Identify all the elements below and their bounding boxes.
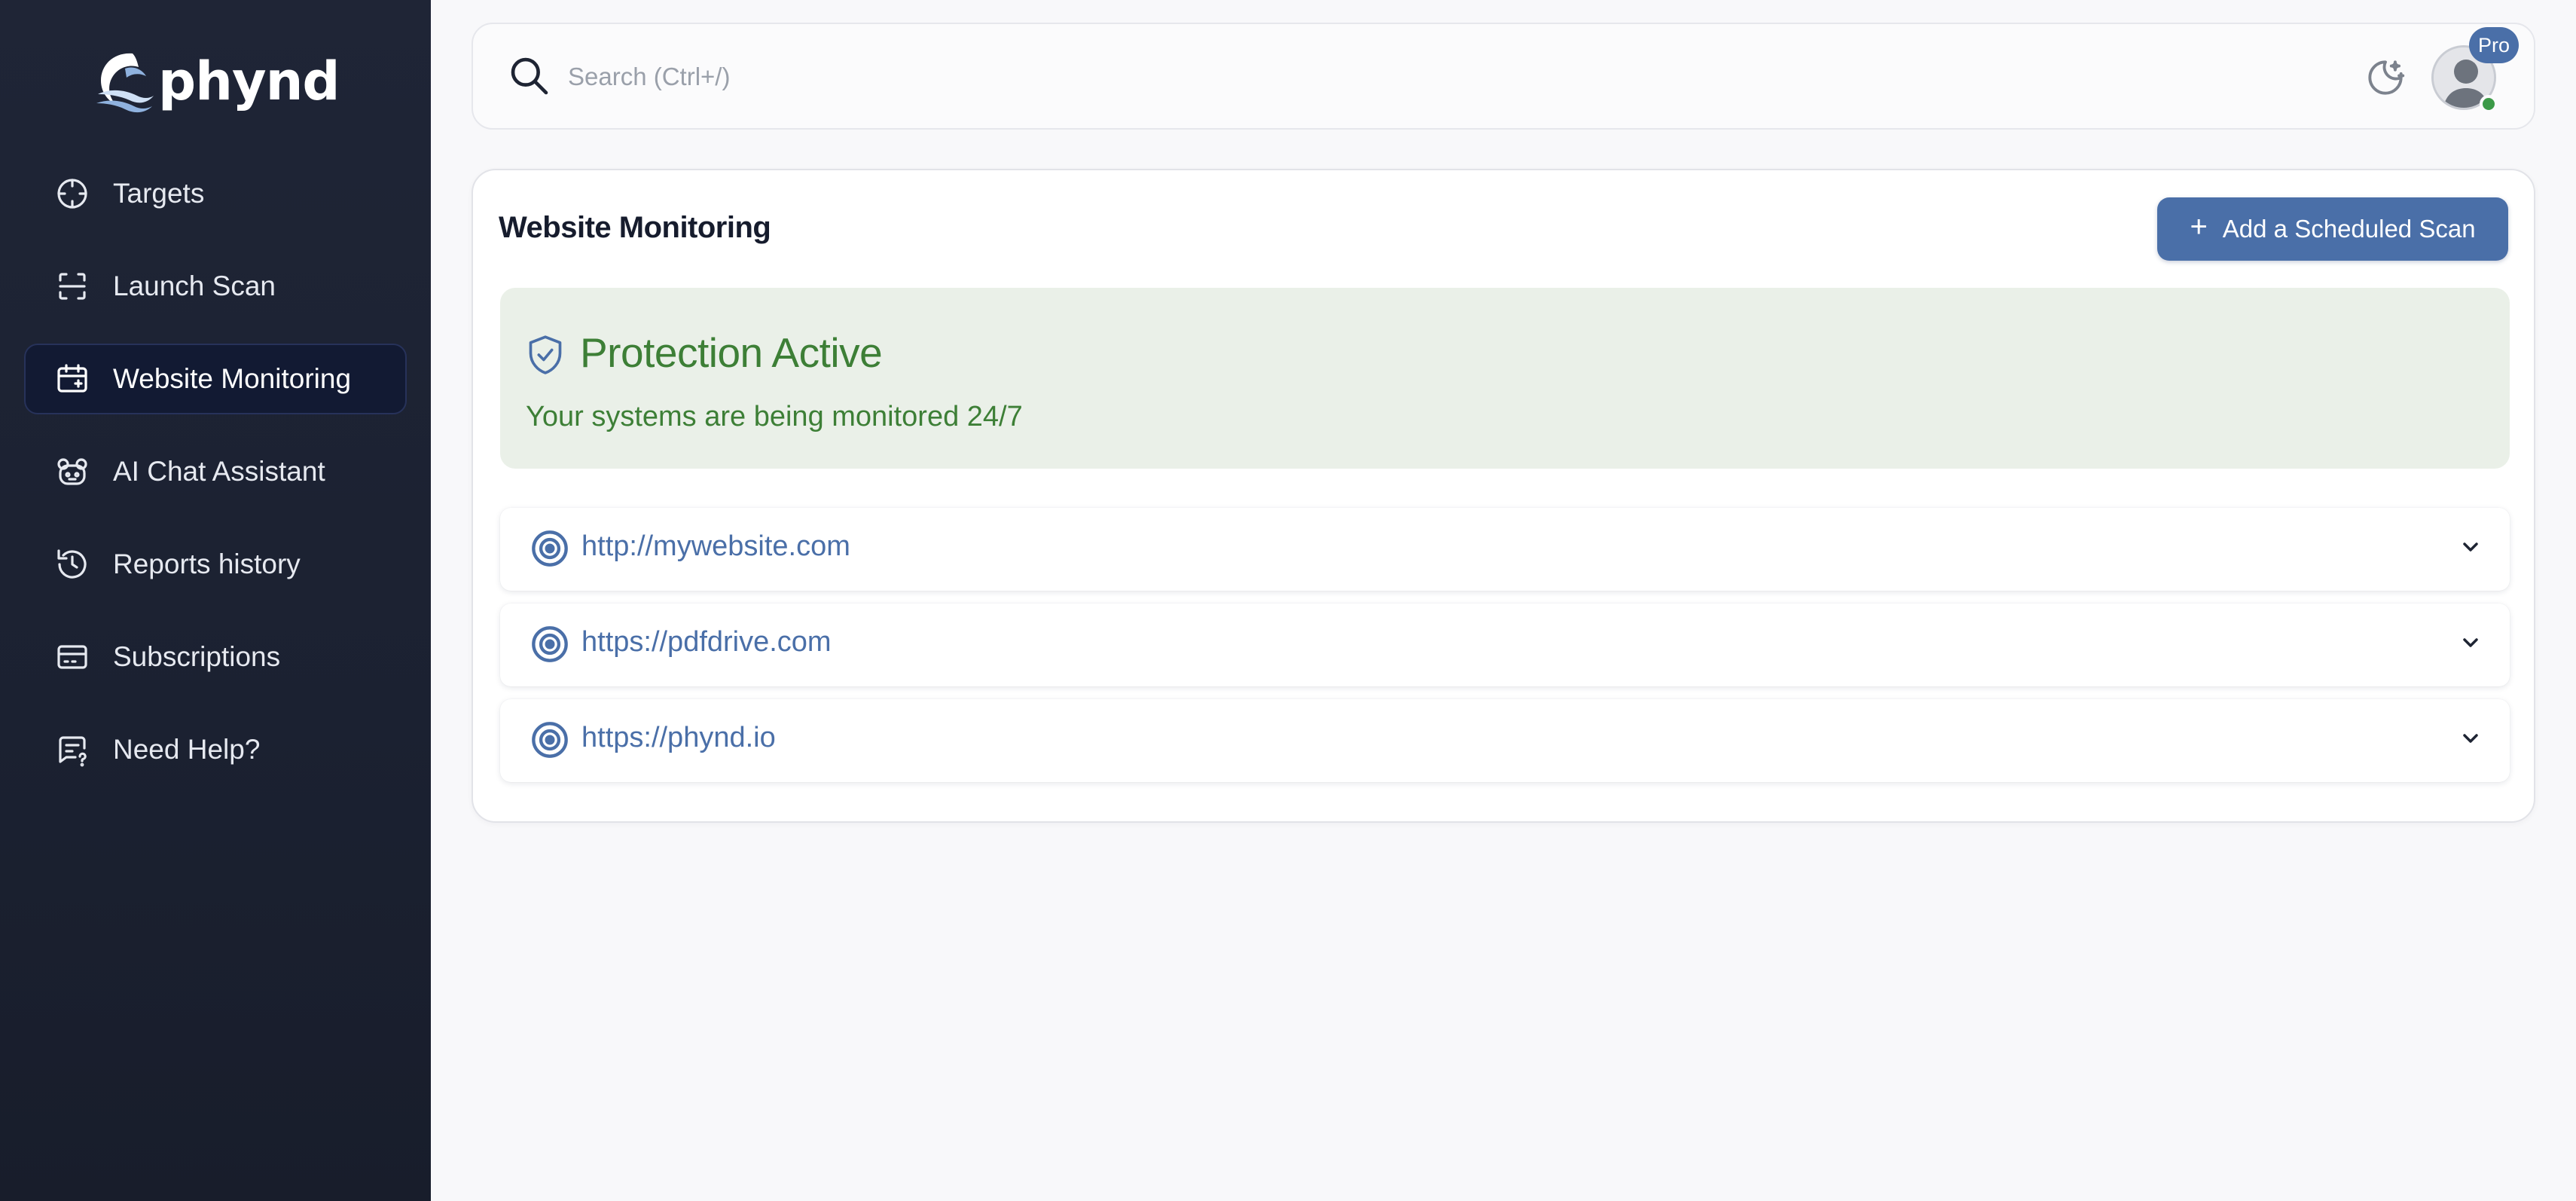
list-item[interactable]: http://mywebsite.com <box>500 508 2510 591</box>
sidebar-item-ai-chat-assistant[interactable]: AI Chat Assistant <box>24 436 407 507</box>
list-item[interactable]: https://phynd.io <box>500 699 2510 782</box>
sidebar-nav: Targets Launch Scan Website Monitoring A… <box>24 158 407 807</box>
protection-status-banner: Protection Active Your systems are being… <box>500 288 2510 469</box>
sidebar-item-label: Subscriptions <box>113 641 281 672</box>
sidebar-item-label: Website Monitoring <box>113 363 352 394</box>
shield-check-icon <box>529 335 562 374</box>
sidebar-item-need-help[interactable]: Need Help? <box>24 714 407 785</box>
sidebar-item-website-monitoring[interactable]: Website Monitoring <box>24 344 407 414</box>
chevron-down-icon[interactable] <box>2458 726 2483 750</box>
protection-title: Protection Active <box>580 329 883 376</box>
top-bar: Pro <box>472 23 2535 130</box>
monitored-sites-list: http://mywebsite.com https://pdfdrive.co… <box>500 508 2510 795</box>
sidebar-item-reports-history[interactable]: Reports history <box>24 529 407 600</box>
sidebar-item-label: Targets <box>113 178 205 209</box>
sidebar-item-launch-scan[interactable]: Launch Scan <box>24 251 407 322</box>
crosshair-icon <box>54 176 90 212</box>
target-icon <box>532 722 568 758</box>
scan-icon <box>54 268 90 304</box>
target-icon <box>532 626 568 662</box>
list-item[interactable]: https://pdfdrive.com <box>500 604 2510 686</box>
add-scheduled-scan-label: Add a Scheduled Scan <box>2222 215 2476 243</box>
history-icon <box>54 546 90 582</box>
add-scheduled-scan-button[interactable]: + Add a Scheduled Scan <box>2157 197 2508 261</box>
search-icon[interactable] <box>506 53 553 99</box>
phynd-wave-logo-icon <box>96 53 154 113</box>
target-icon <box>532 530 568 567</box>
online-status-dot <box>2480 95 2498 113</box>
sidebar: phynd Targets Launch Scan Website Monito… <box>0 0 431 1201</box>
search-input[interactable] <box>568 54 1773 99</box>
chevron-down-icon[interactable] <box>2458 631 2483 655</box>
sidebar-item-subscriptions[interactable]: Subscriptions <box>24 622 407 692</box>
sidebar-item-targets[interactable]: Targets <box>24 158 407 229</box>
moon-icon[interactable] <box>2362 54 2409 101</box>
robot-icon <box>54 454 90 490</box>
protection-subtitle: Your systems are being monitored 24/7 <box>526 401 1023 432</box>
sidebar-item-label: AI Chat Assistant <box>113 456 325 487</box>
credit-card-icon <box>54 639 90 675</box>
brand-logo[interactable]: phynd <box>92 45 340 118</box>
plus-icon: + <box>2190 210 2208 243</box>
brand-name: phynd <box>158 50 340 112</box>
sidebar-item-label: Reports history <box>113 549 301 579</box>
site-url: http://mywebsite.com <box>581 530 850 562</box>
website-monitoring-card: Website Monitoring + Add a Scheduled Sca… <box>472 169 2535 823</box>
page-title: Website Monitoring <box>499 211 771 244</box>
help-chat-icon <box>54 732 90 768</box>
chevron-down-icon[interactable] <box>2458 535 2483 559</box>
site-url: https://phynd.io <box>581 722 776 753</box>
monitor-calendar-icon <box>54 361 90 397</box>
site-url: https://pdfdrive.com <box>581 626 832 658</box>
pro-badge: Pro <box>2469 27 2520 63</box>
sidebar-item-label: Need Help? <box>113 734 261 765</box>
sidebar-item-label: Launch Scan <box>113 270 276 301</box>
